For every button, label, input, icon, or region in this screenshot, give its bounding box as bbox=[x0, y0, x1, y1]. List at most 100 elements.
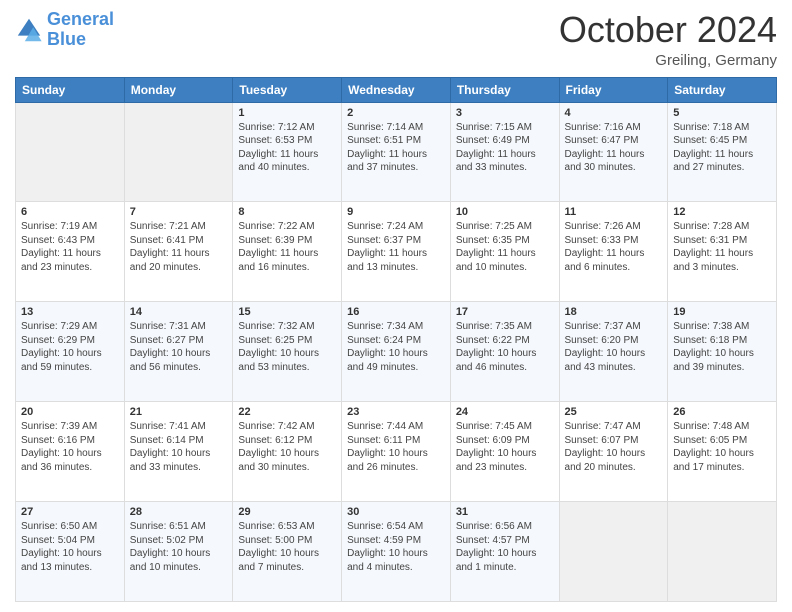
calendar-cell: 13Sunrise: 7:29 AM Sunset: 6:29 PM Dayli… bbox=[16, 302, 125, 402]
calendar-cell bbox=[559, 502, 668, 602]
day-number: 16 bbox=[347, 306, 445, 318]
day-info: Sunrise: 7:34 AM Sunset: 6:24 PM Dayligh… bbox=[347, 320, 445, 374]
day-number: 9 bbox=[347, 206, 445, 218]
day-info: Sunrise: 6:53 AM Sunset: 5:00 PM Dayligh… bbox=[238, 520, 336, 574]
col-monday: Monday bbox=[124, 77, 233, 102]
calendar-cell: 28Sunrise: 6:51 AM Sunset: 5:02 PM Dayli… bbox=[124, 502, 233, 602]
day-number: 30 bbox=[347, 506, 445, 518]
week-row-5: 27Sunrise: 6:50 AM Sunset: 5:04 PM Dayli… bbox=[16, 502, 777, 602]
day-info: Sunrise: 7:26 AM Sunset: 6:33 PM Dayligh… bbox=[565, 220, 663, 274]
logo-text: General Blue bbox=[47, 10, 114, 50]
day-number: 22 bbox=[238, 406, 336, 418]
calendar-cell: 4Sunrise: 7:16 AM Sunset: 6:47 PM Daylig… bbox=[559, 102, 668, 202]
logo: General Blue bbox=[15, 10, 114, 50]
calendar-cell: 29 Sunrise: 6:53 AM Sunset: 5:00 PM Dayli… bbox=[233, 502, 342, 602]
week-row-2: 6 Sunrise: 7:19 AM Sunset: 6:43 PM Daylig… bbox=[16, 202, 777, 302]
calendar-cell: 9 Sunrise: 7:24 AM Sunset: 6:37 PM Daylig… bbox=[342, 202, 451, 302]
calendar-body: 1 Sunrise: 7:12 AM Sunset: 6:53 PM Daylig… bbox=[16, 102, 777, 601]
calendar-cell: 3 Sunrise: 7:15 AM Sunset: 6:49 PM Daylig… bbox=[450, 102, 559, 202]
calendar-cell: 5 Sunrise: 7:18 AM Sunset: 6:45 PM Daylig… bbox=[668, 102, 777, 202]
day-info: Sunrise: 7:16 AM Sunset: 6:47 PM Dayligh… bbox=[565, 121, 663, 175]
calendar-cell: 20Sunrise: 7:39 AM Sunset: 6:16 PM Dayli… bbox=[16, 402, 125, 502]
day-info: Sunrise: 7:19 AM Sunset: 6:43 PM Dayligh… bbox=[21, 220, 119, 274]
day-number: 19 bbox=[673, 306, 771, 318]
day-number: 2 bbox=[347, 107, 445, 119]
calendar-cell: 27Sunrise: 6:50 AM Sunset: 5:04 PM Dayli… bbox=[16, 502, 125, 602]
title-section: October 2024 Greiling, Germany bbox=[559, 10, 777, 69]
day-number: 18 bbox=[565, 306, 663, 318]
calendar-cell: 17Sunrise: 7:35 AM Sunset: 6:22 PM Dayli… bbox=[450, 302, 559, 402]
day-number: 10 bbox=[456, 206, 554, 218]
day-info: Sunrise: 7:29 AM Sunset: 6:29 PM Dayligh… bbox=[21, 320, 119, 374]
calendar-cell: 19 Sunrise: 7:38 AM Sunset: 6:18 PM Dayli… bbox=[668, 302, 777, 402]
calendar-cell: 11 Sunrise: 7:26 AM Sunset: 6:33 PM Dayli… bbox=[559, 202, 668, 302]
day-number: 15 bbox=[238, 306, 336, 318]
day-info: Sunrise: 6:54 AM Sunset: 4:59 PM Dayligh… bbox=[347, 520, 445, 574]
day-info: Sunrise: 6:50 AM Sunset: 5:04 PM Dayligh… bbox=[21, 520, 119, 574]
day-number: 25 bbox=[565, 406, 663, 418]
calendar-cell: 24 Sunrise: 7:45 AM Sunset: 6:09 PM Dayli… bbox=[450, 402, 559, 502]
calendar-cell bbox=[16, 102, 125, 202]
col-saturday: Saturday bbox=[668, 77, 777, 102]
col-friday: Friday bbox=[559, 77, 668, 102]
day-info: Sunrise: 7:32 AM Sunset: 6:25 PM Dayligh… bbox=[238, 320, 336, 374]
calendar-cell: 8Sunrise: 7:22 AM Sunset: 6:39 PM Daylig… bbox=[233, 202, 342, 302]
day-number: 11 bbox=[565, 206, 663, 218]
day-info: Sunrise: 7:31 AM Sunset: 6:27 PM Dayligh… bbox=[130, 320, 228, 374]
day-number: 12 bbox=[673, 206, 771, 218]
col-tuesday: Tuesday bbox=[233, 77, 342, 102]
day-number: 17 bbox=[456, 306, 554, 318]
calendar-header: Sunday Monday Tuesday Wednesday Thursday… bbox=[16, 77, 777, 102]
col-wednesday: Wednesday bbox=[342, 77, 451, 102]
col-thursday: Thursday bbox=[450, 77, 559, 102]
logo-line1: General bbox=[47, 9, 114, 29]
day-number: 7 bbox=[130, 206, 228, 218]
location: Greiling, Germany bbox=[559, 52, 777, 69]
day-info: Sunrise: 7:42 AM Sunset: 6:12 PM Dayligh… bbox=[238, 420, 336, 474]
day-number: 8 bbox=[238, 206, 336, 218]
day-number: 5 bbox=[673, 107, 771, 119]
day-number: 1 bbox=[238, 107, 336, 119]
page: General Blue October 2024 Greiling, Germ… bbox=[0, 0, 792, 612]
day-number: 3 bbox=[456, 107, 554, 119]
day-info: Sunrise: 7:25 AM Sunset: 6:35 PM Dayligh… bbox=[456, 220, 554, 274]
day-number: 23 bbox=[347, 406, 445, 418]
week-row-3: 13Sunrise: 7:29 AM Sunset: 6:29 PM Dayli… bbox=[16, 302, 777, 402]
day-info: Sunrise: 6:56 AM Sunset: 4:57 PM Dayligh… bbox=[456, 520, 554, 574]
day-info: Sunrise: 7:45 AM Sunset: 6:09 PM Dayligh… bbox=[456, 420, 554, 474]
day-info: Sunrise: 7:48 AM Sunset: 6:05 PM Dayligh… bbox=[673, 420, 771, 474]
calendar-cell: 10 Sunrise: 7:25 AM Sunset: 6:35 PM Dayli… bbox=[450, 202, 559, 302]
calendar-cell: 22 Sunrise: 7:42 AM Sunset: 6:12 PM Dayli… bbox=[233, 402, 342, 502]
day-number: 29 bbox=[238, 506, 336, 518]
calendar-cell: 23Sunrise: 7:44 AM Sunset: 6:11 PM Dayli… bbox=[342, 402, 451, 502]
calendar-cell: 25 Sunrise: 7:47 AM Sunset: 6:07 PM Dayli… bbox=[559, 402, 668, 502]
month-title: October 2024 bbox=[559, 10, 777, 50]
day-number: 24 bbox=[456, 406, 554, 418]
week-row-1: 1 Sunrise: 7:12 AM Sunset: 6:53 PM Daylig… bbox=[16, 102, 777, 202]
day-info: Sunrise: 7:37 AM Sunset: 6:20 PM Dayligh… bbox=[565, 320, 663, 374]
calendar-cell: 12 Sunrise: 7:28 AM Sunset: 6:31 PM Dayli… bbox=[668, 202, 777, 302]
calendar-cell bbox=[124, 102, 233, 202]
day-number: 14 bbox=[130, 306, 228, 318]
header-row: Sunday Monday Tuesday Wednesday Thursday… bbox=[16, 77, 777, 102]
calendar-cell: 16 Sunrise: 7:34 AM Sunset: 6:24 PM Dayli… bbox=[342, 302, 451, 402]
day-info: Sunrise: 7:24 AM Sunset: 6:37 PM Dayligh… bbox=[347, 220, 445, 274]
logo-line2: Blue bbox=[47, 29, 86, 49]
calendar-cell: 6 Sunrise: 7:19 AM Sunset: 6:43 PM Daylig… bbox=[16, 202, 125, 302]
logo-icon bbox=[15, 16, 43, 44]
day-info: Sunrise: 7:47 AM Sunset: 6:07 PM Dayligh… bbox=[565, 420, 663, 474]
day-info: Sunrise: 7:18 AM Sunset: 6:45 PM Dayligh… bbox=[673, 121, 771, 175]
day-info: Sunrise: 7:12 AM Sunset: 6:53 PM Dayligh… bbox=[238, 121, 336, 175]
day-number: 21 bbox=[130, 406, 228, 418]
day-info: Sunrise: 7:28 AM Sunset: 6:31 PM Dayligh… bbox=[673, 220, 771, 274]
day-number: 6 bbox=[21, 206, 119, 218]
day-info: Sunrise: 7:38 AM Sunset: 6:18 PM Dayligh… bbox=[673, 320, 771, 374]
day-number: 28 bbox=[130, 506, 228, 518]
calendar-cell: 26Sunrise: 7:48 AM Sunset: 6:05 PM Dayli… bbox=[668, 402, 777, 502]
day-info: Sunrise: 7:41 AM Sunset: 6:14 PM Dayligh… bbox=[130, 420, 228, 474]
day-number: 20 bbox=[21, 406, 119, 418]
calendar-cell: 21 Sunrise: 7:41 AM Sunset: 6:14 PM Dayli… bbox=[124, 402, 233, 502]
calendar-cell bbox=[668, 502, 777, 602]
day-info: Sunrise: 7:15 AM Sunset: 6:49 PM Dayligh… bbox=[456, 121, 554, 175]
calendar-cell: 14 Sunrise: 7:31 AM Sunset: 6:27 PM Dayli… bbox=[124, 302, 233, 402]
